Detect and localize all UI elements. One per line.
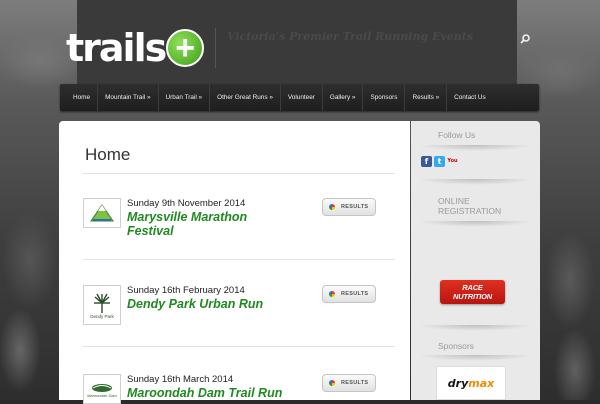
main-content: Home Sunday 9th November 2014 Marysville… <box>59 121 410 404</box>
nav-other-great-runs[interactable]: Other Great Runs » <box>210 84 280 111</box>
event-name[interactable]: Maroondah Dam Trail Run <box>127 386 327 400</box>
event-thumbnail[interactable] <box>83 198 121 228</box>
event-divider <box>83 259 395 260</box>
twitter-icon[interactable]: t <box>434 156 445 167</box>
results-button[interactable]: RESULTS <box>322 198 376 216</box>
section-shadow <box>417 325 534 331</box>
event-date: Sunday 16th March 2014 <box>127 374 234 385</box>
section-shadow <box>417 221 534 227</box>
facebook-icon[interactable]: f <box>421 156 432 167</box>
event-thumbnail[interactable]: Dendy Park <box>83 285 121 325</box>
dam-logo-icon <box>92 383 112 392</box>
nav-sponsors[interactable]: Sponsors <box>363 84 404 111</box>
event-name[interactable]: Dendy Park Urban Run <box>127 297 287 311</box>
results-icon <box>329 291 335 297</box>
thumb-caption: Maroondah Dam <box>87 392 117 398</box>
site-tagline: Victoria's Premier Trail Running Events <box>227 30 474 43</box>
results-icon <box>329 204 335 210</box>
race-nutrition-line1: RACE <box>462 283 483 292</box>
event-date: Sunday 9th November 2014 <box>127 198 246 209</box>
event-date: Sunday 16th February 2014 <box>127 285 245 296</box>
sponsors-heading: Sponsors <box>438 341 474 351</box>
results-icon <box>329 380 335 386</box>
title-divider <box>83 173 395 174</box>
sponsor-logo-part: dry <box>447 376 469 390</box>
sponsor-logo-part: max <box>468 376 495 390</box>
nav-urban-trail[interactable]: Urban Trail » <box>159 84 210 111</box>
nav-volunteer[interactable]: Volunteer <box>281 84 322 111</box>
sponsor-drymax-logo[interactable]: dry max <box>436 366 506 400</box>
follow-heading: Follow Us <box>438 130 476 140</box>
results-button[interactable]: RESULTS <box>322 374 376 392</box>
site-logo[interactable]: trails + <box>66 26 205 70</box>
header-divider <box>215 28 216 68</box>
race-nutrition-logo[interactable]: RACE NUTRITION <box>440 280 505 304</box>
logo-plus-icon: + <box>166 29 205 67</box>
registration-heading: ONLINE REGISTRATION <box>438 196 502 216</box>
race-nutrition-line2: NUTRITION <box>452 292 493 301</box>
social-links: f t You <box>421 156 458 167</box>
section-shadow <box>417 179 534 185</box>
main-nav: Home Mountain Trail » Urban Trail » Othe… <box>60 84 539 111</box>
section-shadow <box>417 145 534 151</box>
palm-logo-icon <box>94 293 110 313</box>
event-divider <box>83 346 395 347</box>
nav-gallery[interactable]: Gallery » <box>323 84 363 111</box>
results-label: RESULTS <box>341 380 369 386</box>
results-label: RESULTS <box>341 204 369 210</box>
search-icon[interactable] <box>520 34 530 44</box>
nav-results[interactable]: Results » <box>405 84 446 111</box>
logo-text: trails <box>66 26 167 70</box>
youtube-icon[interactable]: You <box>447 156 458 167</box>
mountain-logo-icon <box>90 204 114 222</box>
thumb-caption: Dendy Park <box>90 313 114 319</box>
results-button[interactable]: RESULTS <box>322 285 376 303</box>
nav-contact-us[interactable]: Contact Us <box>447 84 493 111</box>
sidebar: Follow Us f t You ONLINE REGISTRATION RA… <box>411 121 540 400</box>
event-name[interactable]: Marysville Marathon Festival <box>127 210 287 238</box>
nav-mountain-trail[interactable]: Mountain Trail » <box>98 84 157 111</box>
results-label: RESULTS <box>341 291 369 297</box>
section-shadow <box>417 355 534 361</box>
page-title: Home <box>85 145 131 164</box>
nav-home[interactable]: Home <box>66 84 97 111</box>
